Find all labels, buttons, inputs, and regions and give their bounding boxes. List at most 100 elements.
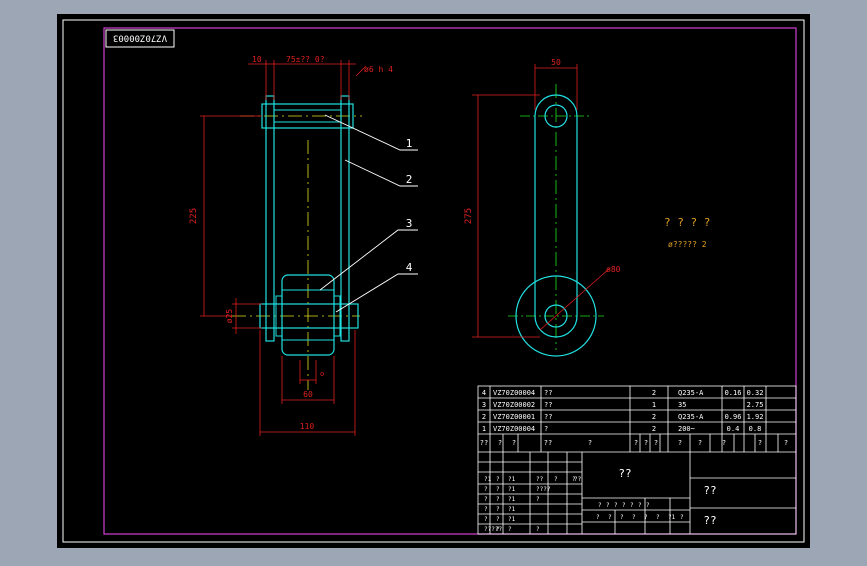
dim-top-left: 10 (252, 55, 262, 64)
title-cell: ? (496, 496, 500, 503)
title-cell-mid: ? (632, 514, 636, 521)
bom-cell-material: Q235-A (678, 389, 704, 397)
bom-header-cell: ? (698, 439, 702, 447)
notes-line-1: ø????? 2 (668, 240, 707, 249)
title-cell-mid: ? (656, 514, 660, 521)
title-cell: ????? (484, 526, 502, 533)
dim-top-main: 75±?? 0? (286, 55, 325, 64)
dim-top-right: ø6 h 4 (364, 65, 393, 74)
bom-cell-w2: 1.92 (747, 413, 764, 421)
bom-header-cell: ? (678, 439, 682, 447)
title-cell: ?1 (508, 496, 516, 503)
title-cell: ?? (574, 476, 582, 483)
bom-cell-material: 35 (678, 401, 686, 409)
title-cell: ? (496, 526, 500, 533)
bom-cell-name: ?? (544, 413, 552, 421)
title-cell-mid: ? (646, 502, 650, 509)
bom-cell-w2: 0.32 (747, 389, 764, 397)
title-cell: ? (484, 516, 488, 523)
title-cell: ? (536, 526, 540, 533)
bom-cell-qty: 1 (652, 401, 656, 409)
title-cell: ? (554, 476, 558, 483)
bom-cell-material: 200~ (678, 425, 695, 433)
title-cell-mid: ? (606, 502, 610, 509)
bom-cell-w1: 0.4 (727, 425, 740, 433)
callout-2: 2 (406, 173, 413, 186)
dim-side-dia: ø80 (606, 265, 621, 274)
bom-cell-qty: 2 (652, 389, 656, 397)
title-cell-mid: ? (622, 502, 626, 509)
title-cell-mid: ? (644, 514, 648, 521)
title-cell: ?? (536, 476, 544, 483)
bom-cell-code: VZ70Z00004 (493, 425, 535, 433)
title-cell: ? (496, 516, 500, 523)
dim-side-width: 50 (551, 58, 561, 67)
bom-cell-code: VZ70Z00001 (493, 413, 535, 421)
bom-cell-w2: 0.8 (749, 425, 762, 433)
title-cell: ?1 (508, 516, 516, 523)
title-cell-mid: ? (620, 514, 624, 521)
title-cell: ?1 (508, 486, 516, 493)
title-cell: ? (496, 506, 500, 513)
dim-bottom-inner: 60 (303, 390, 313, 399)
title-cell-mid: ? (614, 502, 618, 509)
bom-cell-w2: 2.75 (747, 401, 764, 409)
bom-cell-code: VZ70Z00004 (493, 389, 535, 397)
bom-header-cell: ? (654, 439, 658, 447)
bom-cell-w1: 0.96 (725, 413, 742, 421)
bom-cell-no: 3 (482, 401, 486, 409)
bom-cell-qty: 2 (652, 413, 656, 421)
bom-cell-name: ? (544, 425, 548, 433)
dim-small-o: o (320, 370, 324, 378)
bom-header-cell: ? (758, 439, 762, 447)
title-block-name: ?? (703, 484, 716, 497)
dim-dia-left: ø25 (225, 309, 234, 324)
bom-cell-name: ?? (544, 401, 552, 409)
code-box-text: VZ70Z00003 (113, 33, 167, 43)
bom-header-cell: ? (644, 439, 648, 447)
title-cell: ? (508, 526, 512, 533)
title-cell-mid: ? (598, 502, 602, 509)
title-cell: ? (536, 496, 540, 503)
dim-side-height: 275 (464, 208, 474, 224)
title-cell: ? (484, 496, 488, 503)
bom-cell-w1: 0.16 (725, 389, 742, 397)
bom-header-cell: ?? (480, 439, 488, 447)
title-cell-mid: ? (680, 514, 684, 521)
title-cell: ? (496, 476, 500, 483)
bom-header-cell: ? (784, 439, 788, 447)
callout-1: 1 (406, 137, 413, 150)
title-cell: ?1 (508, 476, 516, 483)
title-cell: ?1 (484, 476, 492, 483)
dim-bottom-outer: 110 (300, 422, 315, 431)
callout-3: 3 (406, 217, 413, 230)
title-block-company: ?? (703, 514, 716, 527)
bom-header-cell: ? (512, 439, 516, 447)
title-cell-mid: ? (638, 502, 642, 509)
bom-cell-no: 1 (482, 425, 486, 433)
cad-drawing-window: VZ70Z00003 10 75±?? 0? ø6 h 4 225 ø25 60… (0, 0, 867, 562)
title-cell: ? (484, 506, 488, 513)
canvas-background (57, 14, 810, 548)
bom-header-cell: ? (588, 439, 592, 447)
dim-height-left: 225 (189, 208, 199, 224)
notes-title: ? ? ? ? (664, 216, 710, 229)
bom-cell-no: 2 (482, 413, 486, 421)
bom-header-cell: ? (722, 439, 726, 447)
bom-header-cell: ? (498, 439, 502, 447)
title-cell-mid: ? (630, 502, 634, 509)
bom-header-cell: ?? (544, 439, 552, 447)
bom-cell-name: ?? (544, 389, 552, 397)
title-cell-mid: ? (596, 514, 600, 521)
bom-cell-material: Q235-A (678, 413, 704, 421)
title-block-main: ?? (618, 467, 631, 480)
title-cell: ? (484, 486, 488, 493)
title-cell: ?1 (508, 506, 516, 513)
bom-cell-no: 4 (482, 389, 486, 397)
bom-header-cell: ? (634, 439, 638, 447)
bom-cell-qty: 2 (652, 425, 656, 433)
bom-cell-code: VZ70Z00002 (493, 401, 535, 409)
title-cell-mid: ?1 (668, 514, 676, 521)
callout-4: 4 (406, 261, 413, 274)
title-cell: ? (496, 486, 500, 493)
